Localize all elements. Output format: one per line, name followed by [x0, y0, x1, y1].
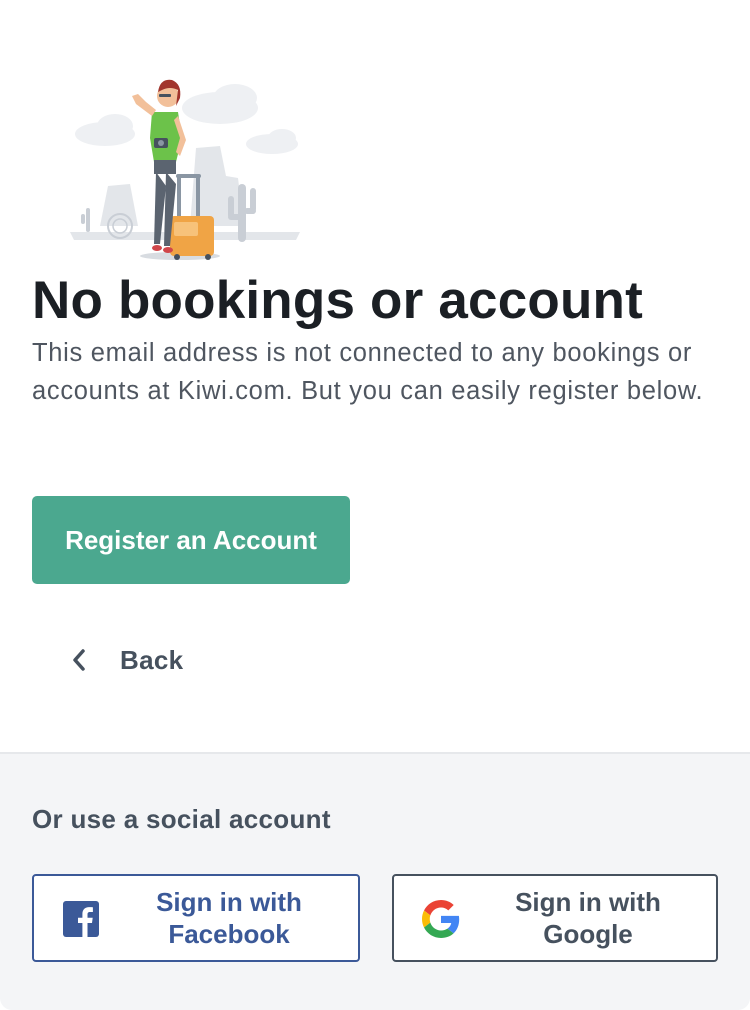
- facebook-sign-in-button[interactable]: Sign in with Facebook: [32, 874, 360, 962]
- page-title: No bookings or account: [32, 271, 643, 330]
- back-button[interactable]: Back: [64, 636, 183, 684]
- register-account-button[interactable]: Register an Account: [32, 496, 350, 584]
- facebook-label-line1: Sign in with: [156, 887, 302, 917]
- google-label-line1: Sign in with: [515, 887, 661, 917]
- google-label-line2: Google: [543, 919, 633, 949]
- google-sign-in-button[interactable]: Sign in with Google: [392, 874, 718, 962]
- chevron-left-icon: [64, 645, 94, 675]
- social-heading: Or use a social account: [32, 804, 331, 834]
- facebook-label-line2: Facebook: [168, 919, 290, 949]
- no-bookings-card: No bookings or account This email addres…: [0, 0, 750, 1010]
- page-description: This email address is not connected to a…: [32, 339, 704, 405]
- social-login-section: Or use a social account Sign in with Fac…: [0, 752, 750, 1010]
- facebook-icon: [62, 900, 100, 938]
- back-label: Back: [120, 644, 184, 675]
- google-icon: [422, 900, 460, 938]
- traveler-illustration: [70, 79, 300, 260]
